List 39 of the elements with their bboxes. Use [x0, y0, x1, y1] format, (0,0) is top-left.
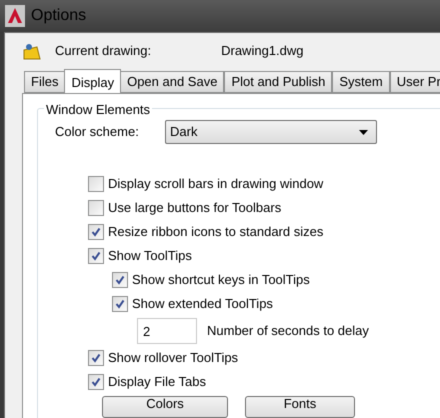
checkbox-label: Show shortcut keys in ToolTips [132, 271, 310, 290]
checkbox-label: Show rollover ToolTips [108, 349, 238, 368]
field-label: Number of seconds to delay [207, 322, 369, 340]
checkbox[interactable] [112, 296, 128, 312]
checkbox[interactable] [112, 272, 128, 288]
window-title: Options [31, 6, 86, 26]
checkmark-icon [115, 299, 125, 309]
checkmark-icon [91, 251, 101, 261]
checkmark-icon [91, 353, 101, 363]
checkbox[interactable] [88, 200, 104, 216]
tab[interactable]: Plot and Publish [224, 71, 332, 93]
caret-icon [359, 130, 368, 134]
checkbox-label: Display scroll bars in drawing window [108, 175, 324, 194]
drawing-file-icon [23, 42, 41, 60]
field-label: Color scheme: [55, 123, 140, 142]
dialog-button[interactable]: Fonts [245, 396, 355, 418]
checkmark-icon [91, 227, 101, 237]
checkbox-label: Show extended ToolTips [132, 295, 273, 314]
checkbox[interactable] [88, 350, 104, 366]
checkmark-icon [115, 275, 125, 285]
dialog-button[interactable]: Colors [102, 396, 228, 418]
checkbox-label: Resize ribbon icons to standard sizes [108, 223, 324, 242]
checkbox[interactable] [88, 374, 104, 390]
checkbox-label: Display File Tabs [108, 373, 206, 392]
checkbox-label: Show ToolTips [108, 247, 192, 266]
checkbox[interactable] [88, 248, 104, 264]
checkmark-icon [91, 377, 101, 387]
tab[interactable]: Open and Save [120, 71, 224, 93]
checkbox[interactable] [88, 224, 104, 240]
current-drawing-value: Drawing1.dwg [221, 42, 304, 60]
color-scheme-dropdown[interactable]: Dark [165, 120, 377, 144]
tab[interactable]: Files [24, 71, 66, 93]
logo-icon [5, 5, 25, 27]
checkbox-label: Use large buttons for Toolbars [108, 199, 282, 218]
checkbox[interactable] [88, 176, 104, 192]
tab[interactable]: Display [64, 69, 122, 93]
tab[interactable]: System [332, 71, 390, 93]
current-drawing-label: Current drawing: [55, 42, 152, 60]
number-field[interactable]: 2 [137, 318, 197, 344]
